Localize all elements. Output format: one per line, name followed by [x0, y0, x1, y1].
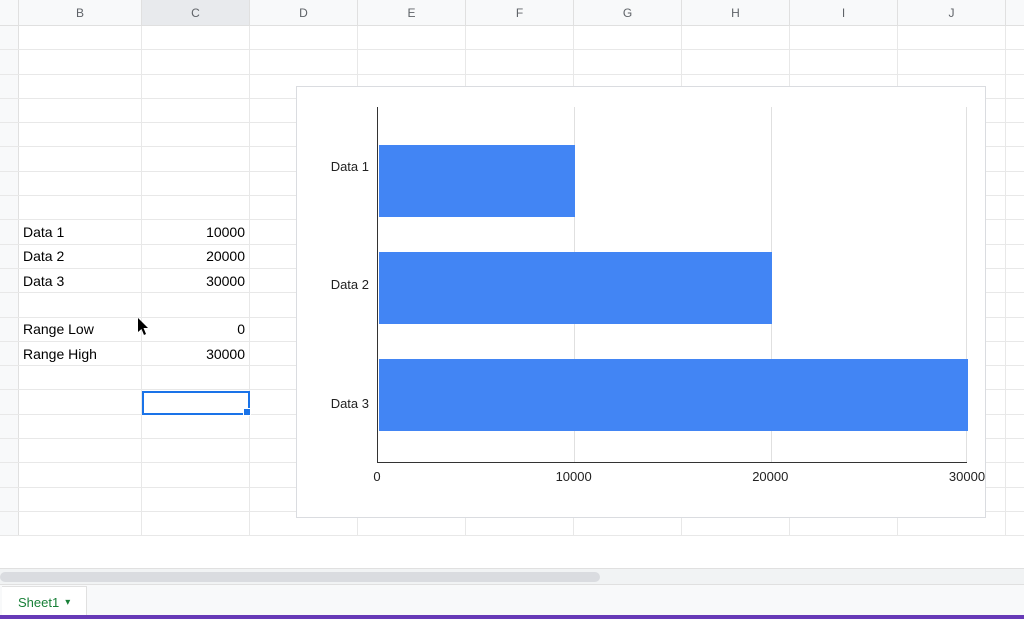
chart-bar-2	[379, 359, 968, 431]
chart-xtick-0: 0	[373, 469, 380, 484]
cell-rangelow-label[interactable]: Range Low	[19, 318, 142, 341]
chart-bar-0	[379, 145, 575, 217]
cell-data2-value[interactable]: 20000	[142, 245, 250, 268]
chart-xtick-2: 20000	[752, 469, 788, 484]
sheet-tab-sheet1[interactable]: Sheet1 ▾	[2, 586, 87, 618]
cell-data1-label[interactable]: Data 1	[19, 220, 142, 243]
column-header-i[interactable]: I	[790, 0, 898, 25]
cell-data1-value[interactable]: 10000	[142, 220, 250, 243]
column-header-g[interactable]: G	[574, 0, 682, 25]
cell-rangehigh-label[interactable]: Range High	[19, 342, 142, 365]
chart-plot-area	[377, 107, 967, 463]
column-header-f[interactable]: F	[466, 0, 574, 25]
bottom-accent-bar	[0, 615, 1024, 619]
column-header-c[interactable]: C	[142, 0, 250, 25]
chart-bar-1	[379, 252, 772, 324]
column-headers-row: B C D E F G H I J	[0, 0, 1024, 26]
corner-gutter	[0, 0, 19, 25]
column-header-e[interactable]: E	[358, 0, 466, 25]
cell-rangehigh-value[interactable]: 30000	[142, 342, 250, 365]
chart-xtick-1: 10000	[556, 469, 592, 484]
cell-data3-label[interactable]: Data 3	[19, 269, 142, 292]
horizontal-scrollbar[interactable]	[0, 568, 1024, 584]
sheet-tabs-bar: Sheet1 ▾	[0, 584, 1024, 619]
chart-category-0: Data 1	[297, 159, 377, 174]
sheet-tab-label: Sheet1	[18, 595, 59, 610]
chart-category-2: Data 3	[297, 396, 377, 411]
cell-rangelow-value[interactable]: 0	[142, 318, 250, 341]
cell-data3-value[interactable]: 30000	[142, 269, 250, 292]
scroll-thumb[interactable]	[0, 572, 600, 582]
cell-data2-label[interactable]: Data 2	[19, 245, 142, 268]
caret-down-icon: ▾	[65, 597, 70, 608]
column-header-j[interactable]: J	[898, 0, 1006, 25]
chart-category-1: Data 2	[297, 277, 377, 292]
column-header-d[interactable]: D	[250, 0, 358, 25]
bar-chart[interactable]: Data 1 Data 2 Data 3 0 10000 20000 30000	[296, 86, 986, 518]
column-header-h[interactable]: H	[682, 0, 790, 25]
chart-xtick-3: 30000	[949, 469, 985, 484]
column-header-b[interactable]: B	[19, 0, 142, 25]
